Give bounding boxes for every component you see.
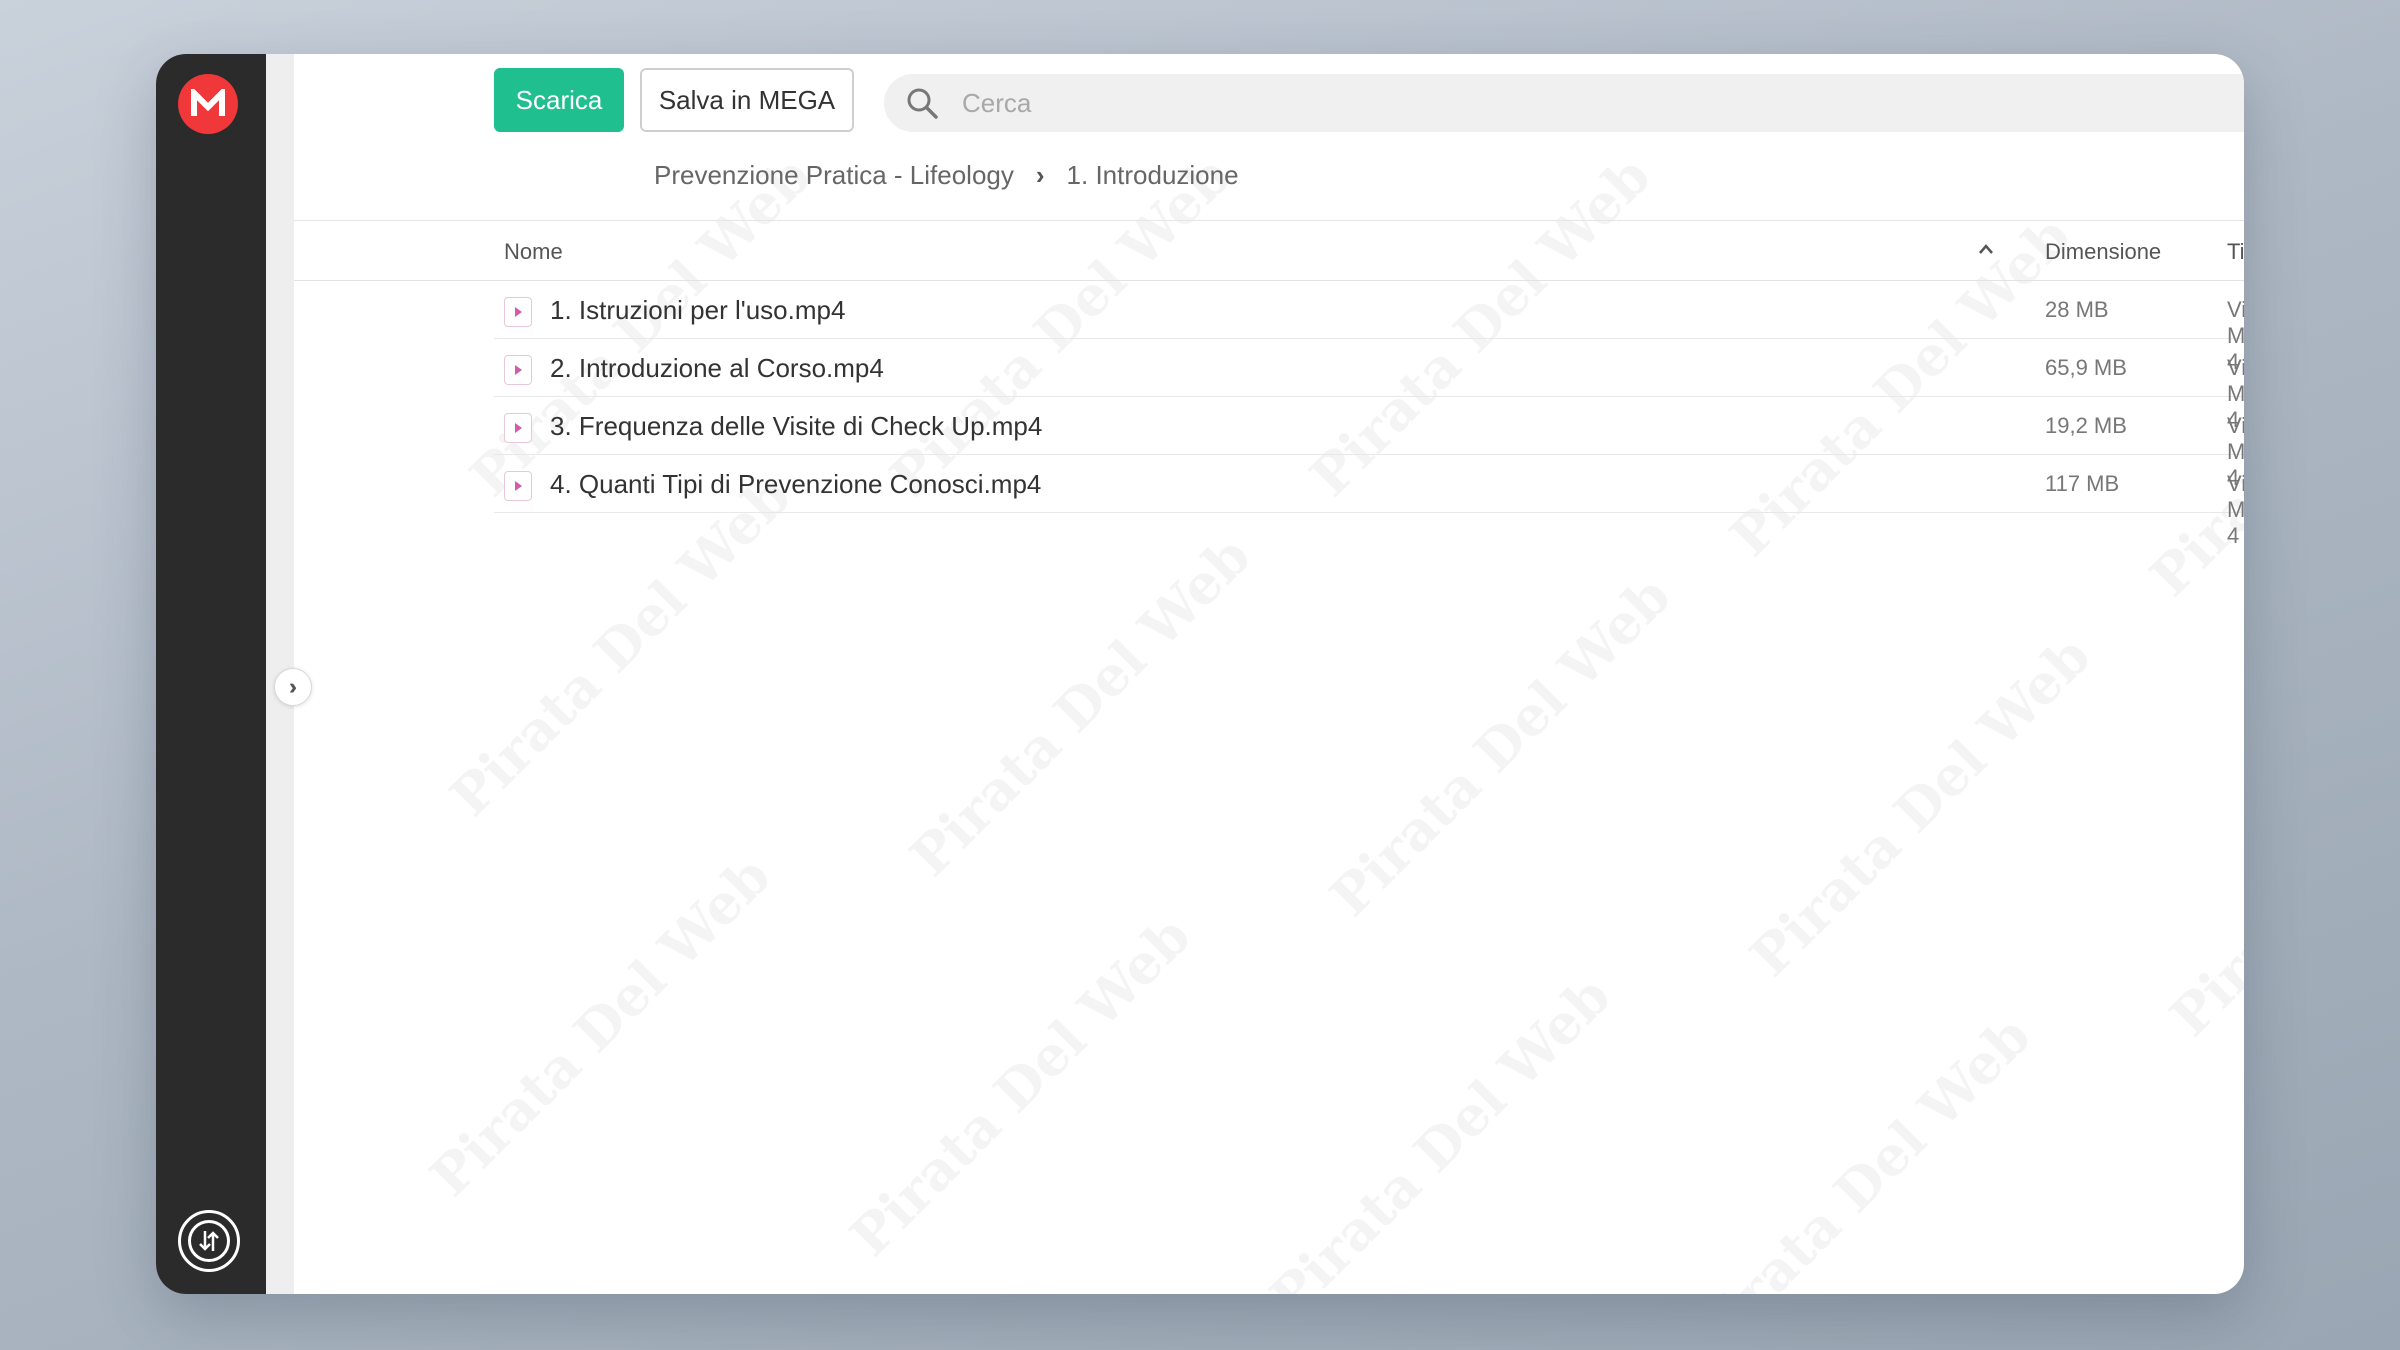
main-content: Pirata Del Web Pirata Del Web Pirata Del… bbox=[294, 54, 2244, 1294]
save-to-mega-button[interactable]: Salva in MEGA bbox=[640, 68, 854, 132]
chevron-right-icon: › bbox=[1035, 160, 1045, 190]
watermark: Pirata Del Web bbox=[1737, 623, 2103, 989]
watermark: Pirata Del Web bbox=[2157, 684, 2244, 1049]
sidebar bbox=[156, 54, 266, 1294]
transfer-manager-icon[interactable] bbox=[178, 1210, 240, 1272]
file-name: 3. Frequenza delle Visite di Check Up.mp… bbox=[550, 411, 1043, 441]
chevron-up-icon[interactable] bbox=[1978, 239, 1994, 260]
file-size: 117 MB bbox=[2045, 471, 2120, 496]
watermark: Pirata Del Web bbox=[837, 903, 1203, 1269]
file-size: 65,9 MB bbox=[2045, 355, 2127, 380]
column-header-type[interactable]: Tipo bbox=[2227, 239, 2244, 265]
watermark: Pirata Del Web bbox=[1257, 963, 1623, 1294]
breadcrumb-item-root[interactable]: Prevenzione Pratica - Lifeology bbox=[654, 160, 1014, 191]
file-size: 28 MB bbox=[2045, 297, 2109, 322]
file-size: 19,2 MB bbox=[2045, 413, 2127, 438]
file-name: 1. Istruzioni per l'uso.mp4 bbox=[550, 295, 846, 325]
search-icon bbox=[902, 83, 942, 123]
watermark: Pirata Del Web bbox=[437, 463, 803, 829]
breadcrumb-item-current[interactable]: 1. Introduzione bbox=[1067, 160, 1239, 191]
video-file-icon bbox=[504, 297, 532, 327]
video-file-icon bbox=[504, 471, 532, 501]
mega-logo-icon[interactable] bbox=[178, 74, 238, 134]
watermark: Pirata Del Web bbox=[1677, 1003, 2043, 1294]
column-header-size[interactable]: Dimensione bbox=[2045, 239, 2161, 265]
table-row[interactable]: 2. Introduzione al Corso.mp4 65,9 MB Vid… bbox=[494, 339, 2244, 432]
double-chevron-right-icon[interactable]: › › bbox=[274, 668, 312, 706]
app-window: › › Pirata Del Web Pirata Del Web Pirata … bbox=[156, 54, 2244, 1294]
search-input[interactable] bbox=[962, 74, 2244, 132]
table-row[interactable]: 4. Quanti Tipi di Prevenzione Conosci.mp… bbox=[494, 455, 2244, 548]
file-name: 2. Introduzione al Corso.mp4 bbox=[550, 353, 884, 383]
download-button[interactable]: Scarica bbox=[494, 68, 624, 132]
search-bar[interactable] bbox=[884, 74, 2244, 132]
column-header-name[interactable]: Nome bbox=[504, 239, 563, 265]
file-name: 4. Quanti Tipi di Prevenzione Conosci.mp… bbox=[550, 469, 1042, 499]
watermark: Pirata Del Web bbox=[1317, 563, 1683, 929]
file-type: Video MPEG-4 bbox=[2227, 471, 2244, 548]
watermark: Pirata Del Web bbox=[417, 843, 783, 1209]
file-table: Nome Dimensione Tipo 1. Istruzioni per l… bbox=[294, 220, 2244, 548]
table-row[interactable]: 3. Frequenza delle Visite di Check Up.mp… bbox=[494, 397, 2244, 490]
watermark: Pirata Del Web bbox=[897, 523, 1263, 889]
video-file-icon bbox=[504, 355, 532, 385]
breadcrumb: Prevenzione Pratica - Lifeology › 1. Int… bbox=[654, 160, 1239, 191]
table-header: Nome Dimensione Tipo bbox=[294, 221, 2244, 281]
video-file-icon bbox=[504, 413, 532, 443]
table-row[interactable]: 1. Istruzioni per l'uso.mp4 28 MB Video … bbox=[494, 281, 2244, 374]
